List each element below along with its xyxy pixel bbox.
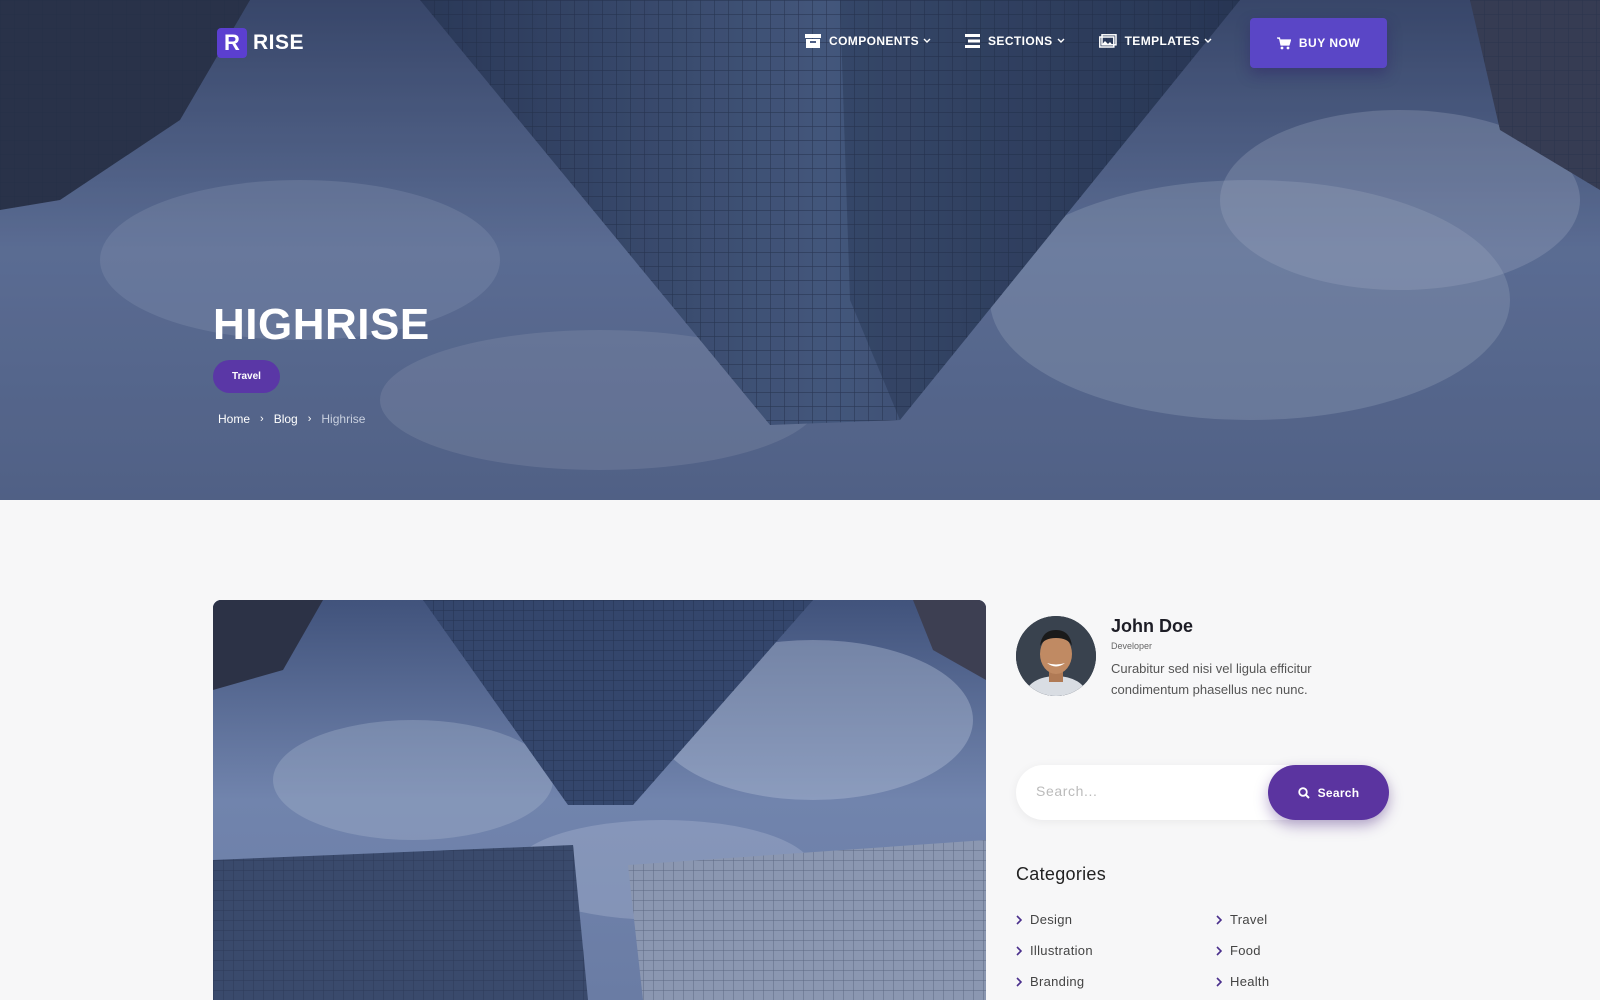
chevron-right-icon [1216,976,1222,987]
logo-mark: R [217,28,247,58]
nav-label-templates: TEMPLATES [1124,34,1200,48]
page-title: HIGHRISE [213,300,430,349]
search-bar: Search [1016,765,1389,820]
chevron-down-icon [1057,38,1065,43]
chevron-right-icon [1016,945,1022,956]
avatar [1016,616,1096,696]
search-button[interactable]: Search [1268,765,1389,820]
chevron-right-icon [1216,945,1222,956]
breadcrumb-blog[interactable]: Blog [274,412,298,426]
categories-heading: Categories [1016,864,1107,884]
archive-icon [805,34,821,48]
search-input[interactable] [1036,783,1256,799]
list-icon [965,34,981,48]
category-label: Food [1230,943,1261,958]
breadcrumb: Home › Blog › Highrise [218,412,365,426]
category-label: Branding [1030,974,1085,989]
breadcrumb-separator-icon: › [260,413,264,425]
nav-label-sections: SECTIONS [988,34,1053,48]
search-button-label: Search [1317,785,1360,800]
category-link-travel[interactable]: Travel [1216,912,1267,927]
top-navbar: R RISE COMPONENTS SECTIONS TEMPLATES BUY… [0,0,1600,90]
category-label: Illustration [1030,943,1093,958]
chevron-right-icon [1216,914,1222,925]
image-icon [1098,34,1117,48]
author-bio: Curabitur sed nisi vel ligula efficitur … [1111,661,1312,697]
category-label: Travel [1230,912,1268,927]
logo-text: RISE [253,31,305,54]
skyscraper-image [213,600,986,1000]
breadcrumb-separator-icon: › [307,413,312,425]
author-role: Developer [1111,641,1153,651]
category-link-food[interactable]: Food [1216,943,1261,958]
category-link-illustration[interactable]: Illustration [1016,943,1093,958]
chevron-down-icon [1204,38,1212,43]
chevron-right-icon [1016,914,1022,925]
breadcrumb-current: Highrise [321,412,366,426]
category-link-design[interactable]: Design [1016,912,1072,927]
cart-icon [1276,36,1291,49]
chevron-down-icon [923,38,931,43]
nav-label-components: COMPONENTS [829,34,920,48]
breadcrumb-home[interactable]: Home [218,412,250,426]
category-label: Design [1030,912,1073,927]
brand-logo[interactable]: R RISE [217,28,304,58]
nav-item-components[interactable]: COMPONENTS [805,34,931,48]
category-link-health[interactable]: Health [1216,974,1269,989]
search-icon [1297,786,1310,799]
buy-now-button[interactable]: BUY NOW [1250,18,1387,68]
main-menu: COMPONENTS SECTIONS TEMPLATES [805,34,1246,48]
category-link-branding[interactable]: Branding [1016,974,1084,989]
nav-item-templates[interactable]: TEMPLATES [1098,34,1212,48]
post-featured-image [213,600,986,1000]
category-label: Health [1230,974,1270,989]
chevron-right-icon [1016,976,1022,987]
buy-now-label: BUY NOW [1298,36,1361,50]
nav-item-sections[interactable]: SECTIONS [965,34,1065,48]
author-photo [1016,616,1096,696]
author-name: John Doe [1111,616,1194,636]
category-tag[interactable]: Travel [213,360,280,393]
